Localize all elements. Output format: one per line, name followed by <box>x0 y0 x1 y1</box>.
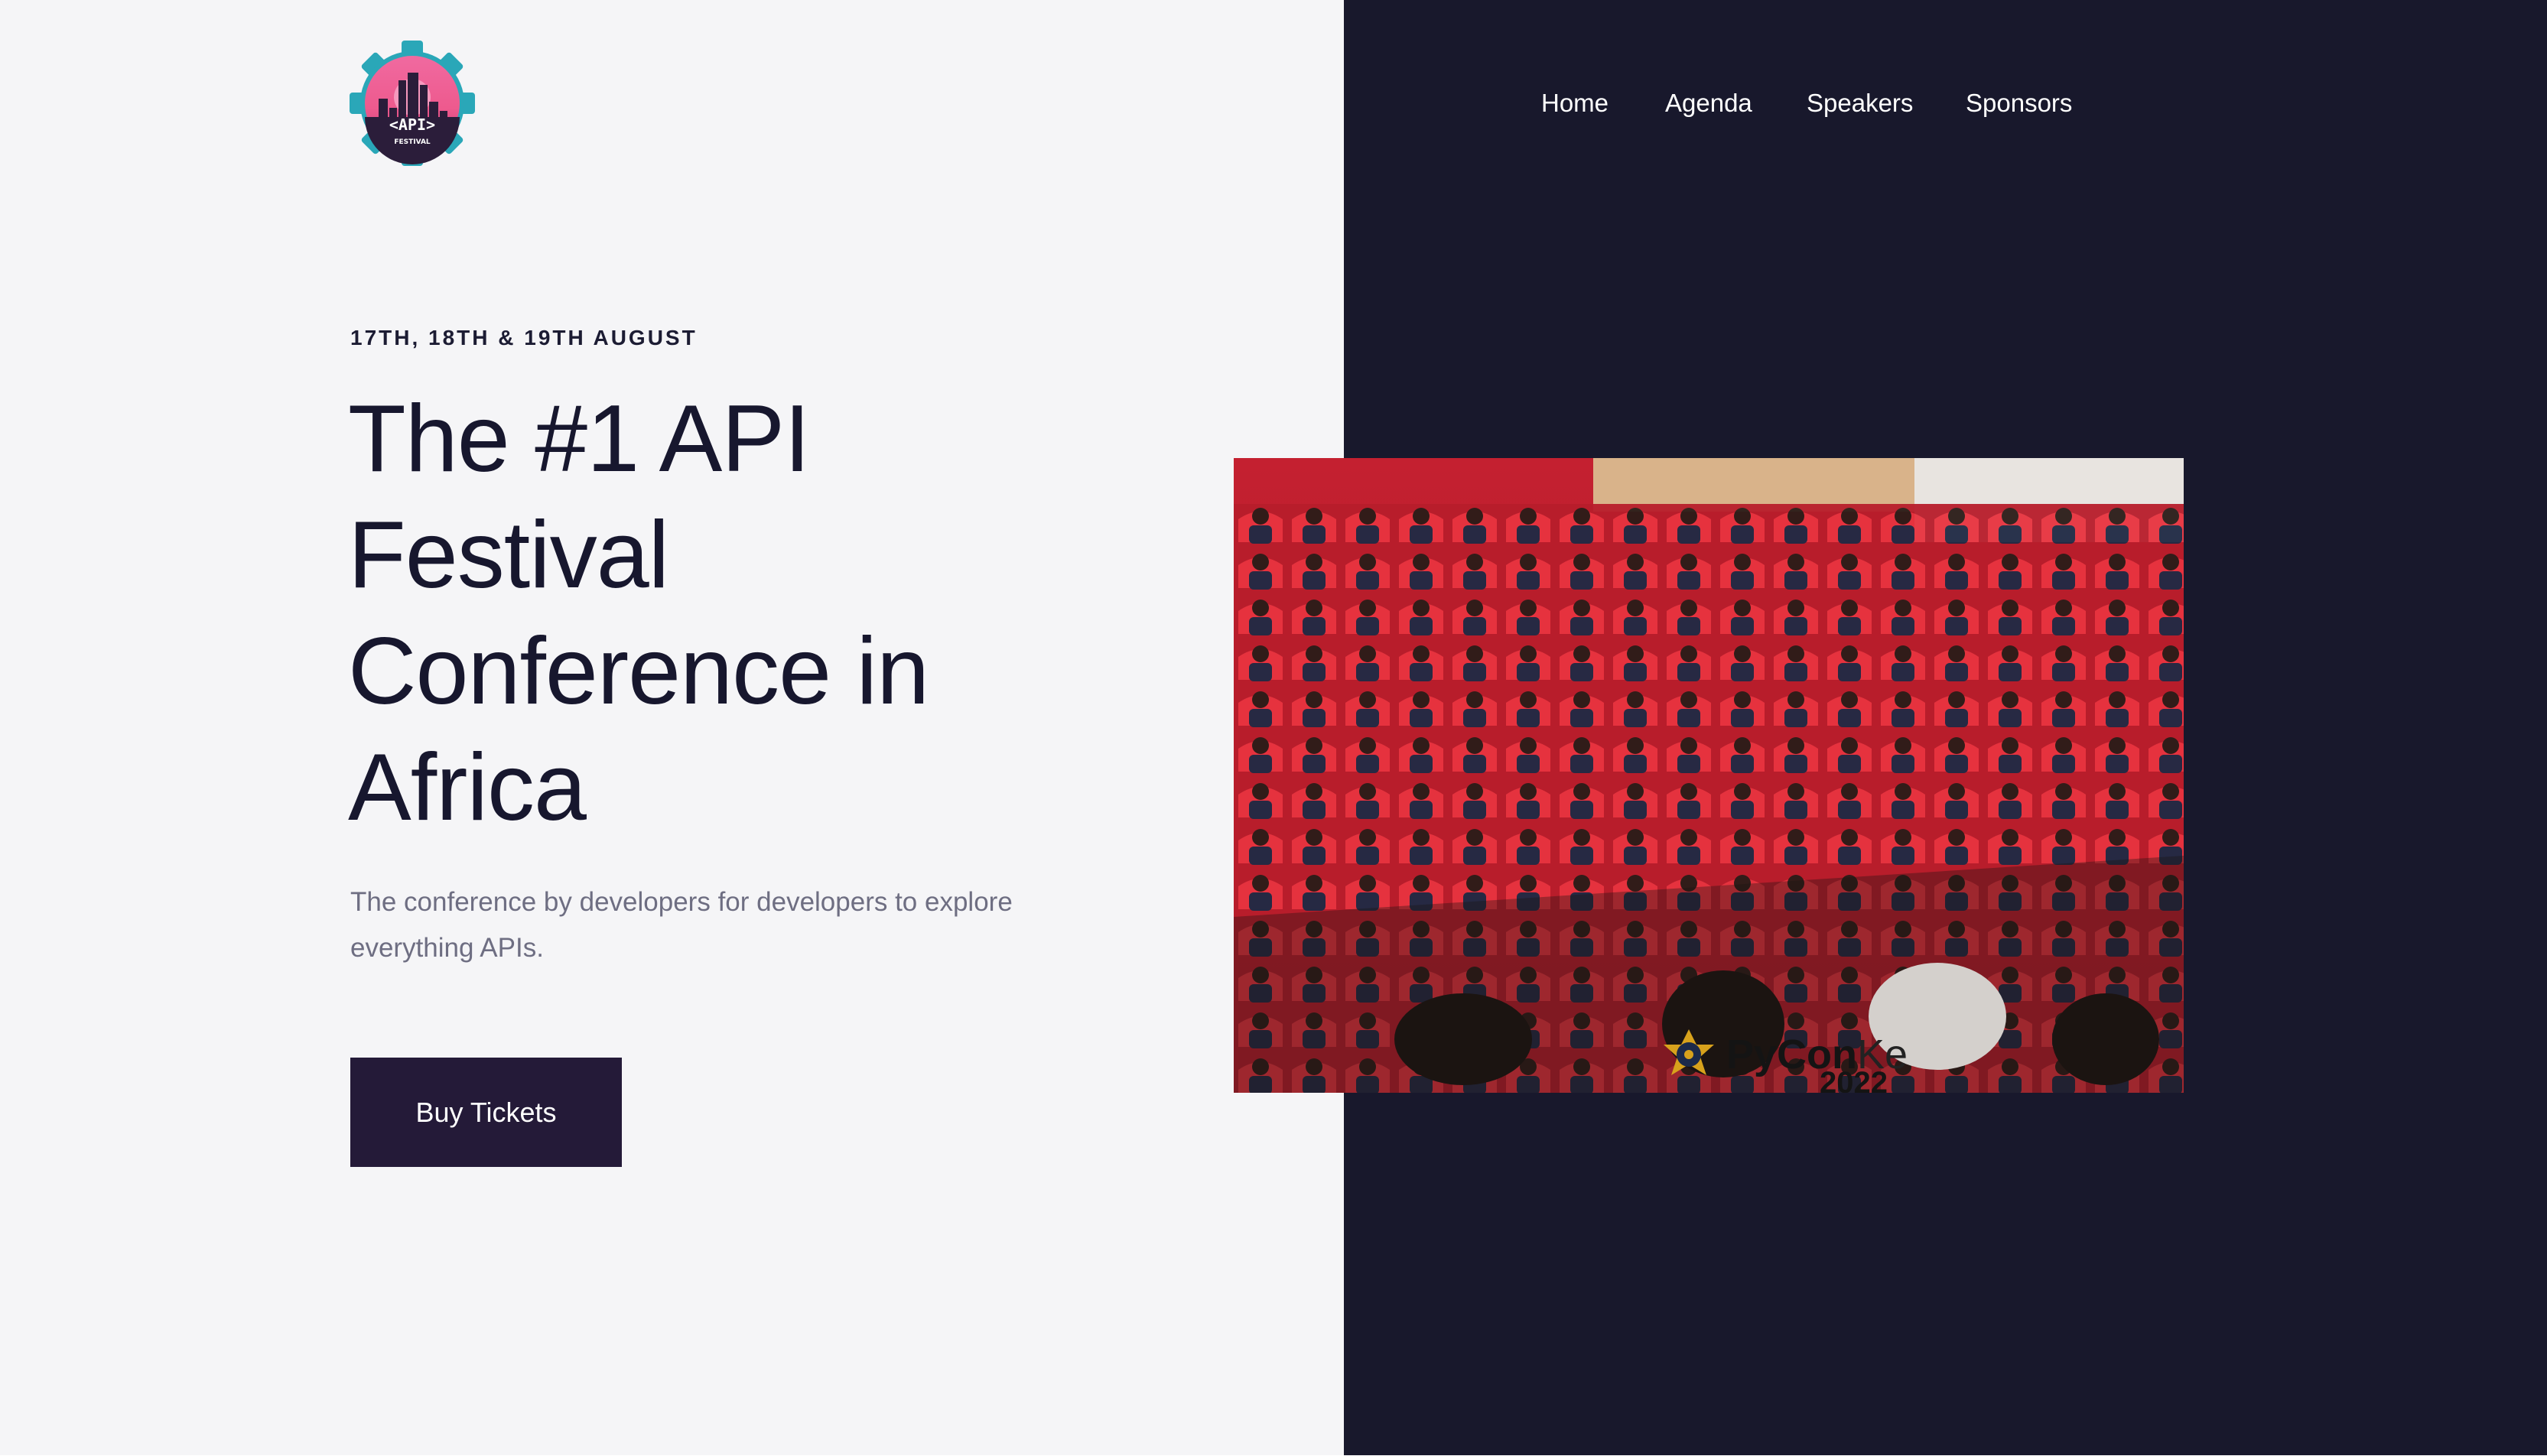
headline-line: Africa <box>348 735 587 840</box>
headline-line: Festival <box>348 502 669 608</box>
conference-photo: PyConKe 2022 <box>1234 458 2184 1093</box>
nav-link-agenda[interactable]: Agenda <box>1665 86 1752 121</box>
pyconke-year: 2022 <box>1820 1066 1888 1093</box>
event-dates: 17TH, 18TH & 19TH AUGUST <box>350 326 698 349</box>
audience-photo-icon <box>1234 458 2184 1093</box>
buy-tickets-button[interactable]: Buy Tickets <box>350 1058 622 1167</box>
headline-line: Conference in <box>348 619 929 724</box>
api-festival-logo[interactable]: <API> FESTIVAL <box>349 40 476 167</box>
headline-line: The #1 API <box>348 386 811 492</box>
pyconke-logo-icon <box>1664 1029 1714 1075</box>
nav-link-home[interactable]: Home <box>1541 86 1609 121</box>
pyconke-watermark: PyConKe 2022 <box>1662 1028 1908 1093</box>
landing-page: <API> FESTIVAL Home Agenda Speakers Spon… <box>0 0 2547 1456</box>
hero-headline: The #1 API Festival Conference in Africa <box>348 381 1121 846</box>
hero-subtext: The conference by developers for develop… <box>350 887 1013 963</box>
svg-text:<API>: <API> <box>389 115 435 134</box>
svg-text:FESTIVAL: FESTIVAL <box>394 138 431 146</box>
nav-link-speakers[interactable]: Speakers <box>1807 86 1913 121</box>
gear-logo-icon: <API> FESTIVAL <box>350 41 475 166</box>
nav-link-sponsors[interactable]: Sponsors <box>1966 86 2072 121</box>
